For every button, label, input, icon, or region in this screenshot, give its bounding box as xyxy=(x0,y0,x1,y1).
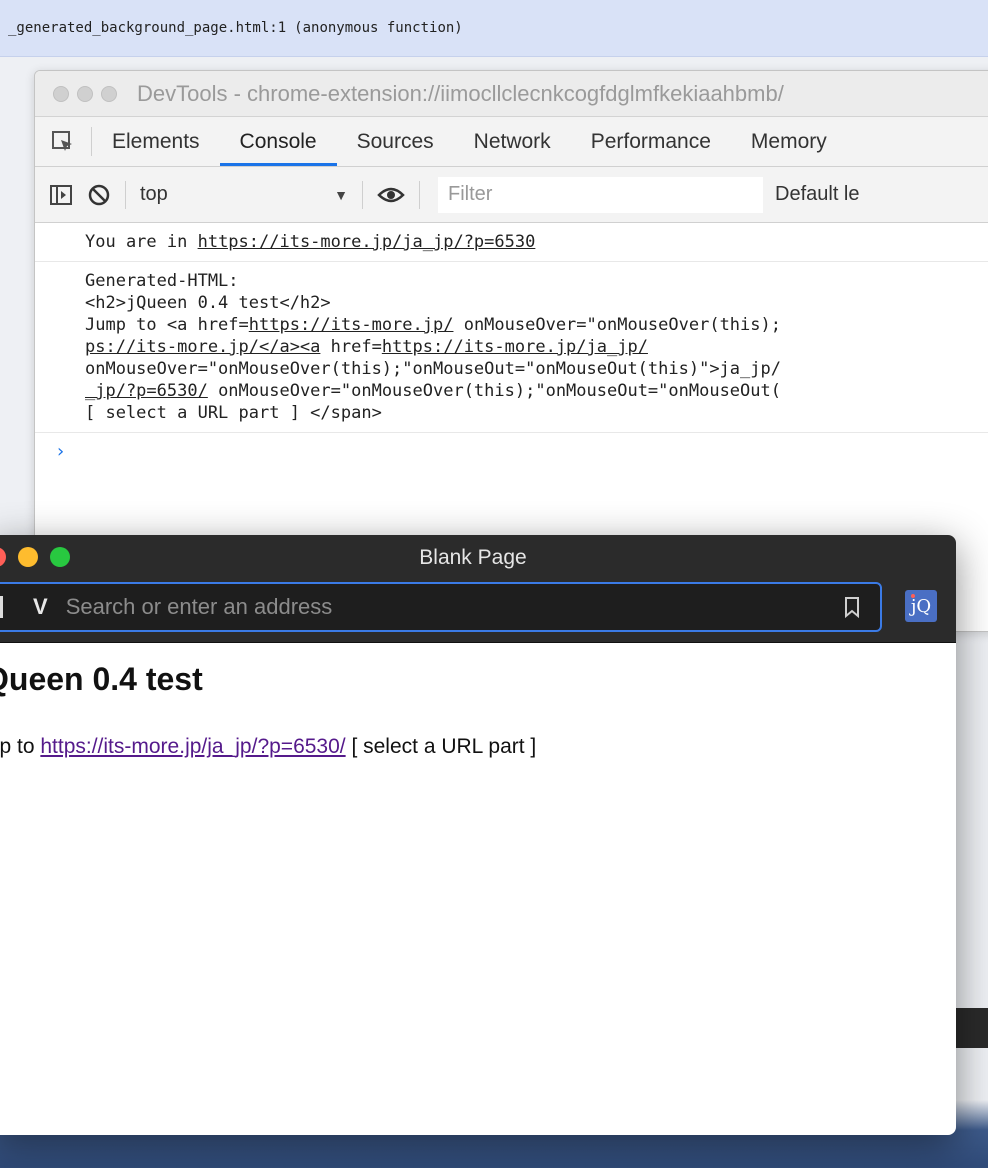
console-output: You are in https://its-more.jp/ja_jp/?p=… xyxy=(35,223,988,462)
console-message: Generated-HTML: <h2>jQueen 0.4 test</h2>… xyxy=(35,262,988,433)
message-link[interactable]: https://its-more.jp/ja_jp/?p=6530 xyxy=(198,232,536,252)
message-link[interactable]: https://its-more.jp/ xyxy=(249,315,454,335)
inspect-cursor-icon xyxy=(52,130,72,151)
tab-elements[interactable]: Elements xyxy=(92,117,220,166)
browser-titlebar: Blank Page xyxy=(0,535,956,580)
vpn-v-icon[interactable]: V xyxy=(33,594,48,620)
console-source-banner: _generated_background_page.html:1 (anony… xyxy=(0,0,988,57)
jqueen-extension-button[interactable]: jQ xyxy=(905,590,937,622)
message-line: ps://its-more.jp/</a><a href=https://its… xyxy=(85,336,988,358)
context-selector-label: top xyxy=(140,183,168,205)
close-window-button[interactable] xyxy=(53,85,69,102)
page-jump-line: mp to https://its-more.jp/ja_jp/?p=6530/… xyxy=(0,735,536,759)
eye-icon xyxy=(377,187,405,202)
log-levels-dropdown[interactable]: Default le xyxy=(775,183,860,206)
clear-console-button[interactable] xyxy=(87,183,111,207)
toolbar-divider xyxy=(362,180,363,209)
message-line: <h2>jQueen 0.4 test</h2> xyxy=(85,293,331,313)
message-link[interactable]: https://its-more.jp/ja_jp/ xyxy=(382,337,648,357)
bookmark-button[interactable] xyxy=(844,596,860,618)
message-line: Generated-HTML: xyxy=(85,271,239,291)
devtools-title: DevTools - chrome-extension://iimocllcle… xyxy=(137,80,784,106)
sidebar-toggle-icon xyxy=(50,184,72,205)
url-part-link[interactable]: https://its-more.jp/ja_jp/?p=6530/ xyxy=(40,735,345,758)
devtools-tab-bar: Elements Console Sources Network Perform… xyxy=(35,117,988,167)
page-content: Queen 0.4 test mp to https://its-more.jp… xyxy=(0,643,956,758)
console-toolbar: top ▼ Default le xyxy=(35,167,988,223)
tab-console[interactable]: Console xyxy=(219,117,337,166)
select-url-part-text: [ select a URL part ] xyxy=(345,735,537,758)
message-text: href= xyxy=(320,337,382,357)
toolbar-divider xyxy=(419,180,420,209)
console-message: You are in https://its-more.jp/ja_jp/?p=… xyxy=(35,223,988,262)
extension-label: jQ xyxy=(910,595,932,617)
message-link[interactable]: _jp/?p=6530/ xyxy=(85,381,208,401)
browser-window: Blank Page V jQ Queen 0.4 test mp to htt… xyxy=(0,535,956,1135)
window-title: Blank Page xyxy=(419,545,527,569)
message-text: Jump to <a href= xyxy=(85,315,249,335)
address-input[interactable] xyxy=(63,593,844,621)
live-expression-button[interactable] xyxy=(377,185,405,205)
devtools-titlebar: DevTools - chrome-extension://iimocllcle… xyxy=(35,71,988,117)
message-link[interactable]: ps://its-more.jp/</a><a xyxy=(85,337,320,357)
tab-network[interactable]: Network xyxy=(454,117,571,166)
tab-performance[interactable]: Performance xyxy=(571,117,731,166)
page-heading: Queen 0.4 test xyxy=(0,661,203,697)
bookmark-icon xyxy=(845,597,859,618)
message-line: [ select a URL part ] </span> xyxy=(85,403,382,423)
browser-toolbar: V jQ xyxy=(0,580,956,643)
message-text: onMouseOver="onMouseOver(this); xyxy=(453,315,781,335)
filter-input[interactable] xyxy=(438,176,763,213)
minimize-window-button[interactable] xyxy=(77,85,93,102)
extension-badge-icon xyxy=(911,594,915,598)
source-function-label: (anonymous function) xyxy=(294,20,463,36)
clear-console-icon xyxy=(88,184,110,205)
message-line: _jp/?p=6530/ onMouseOver="onMouseOver(th… xyxy=(85,380,988,402)
context-selector[interactable]: top ▼ xyxy=(140,183,362,206)
sidebar-toggle-button[interactable] xyxy=(49,184,73,206)
jump-text: mp to xyxy=(0,735,35,758)
message-line: onMouseOver="onMouseOver(this);"onMouseO… xyxy=(85,359,781,379)
zoom-window-button[interactable] xyxy=(101,85,117,102)
message-text: You are in xyxy=(85,232,198,252)
sidebar-icon[interactable] xyxy=(0,596,13,618)
inspect-element-button[interactable] xyxy=(35,127,92,156)
message-text: onMouseOver="onMouseOver(this);"onMouseO… xyxy=(207,381,781,401)
tab-memory[interactable]: Memory xyxy=(731,117,847,166)
source-file-label[interactable]: _generated_background_page.html:1 xyxy=(8,20,286,36)
prompt-chevron-icon: › xyxy=(55,441,66,462)
message-line: Jump to <a href=https://its-more.jp/ onM… xyxy=(85,314,988,336)
toolbar-divider xyxy=(125,180,126,209)
dropdown-arrow-icon: ▼ xyxy=(334,186,348,203)
console-prompt[interactable]: › xyxy=(35,433,988,462)
tab-sources[interactable]: Sources xyxy=(337,117,454,166)
background-window-edge xyxy=(956,1008,988,1048)
address-bar[interactable]: V xyxy=(0,582,882,632)
